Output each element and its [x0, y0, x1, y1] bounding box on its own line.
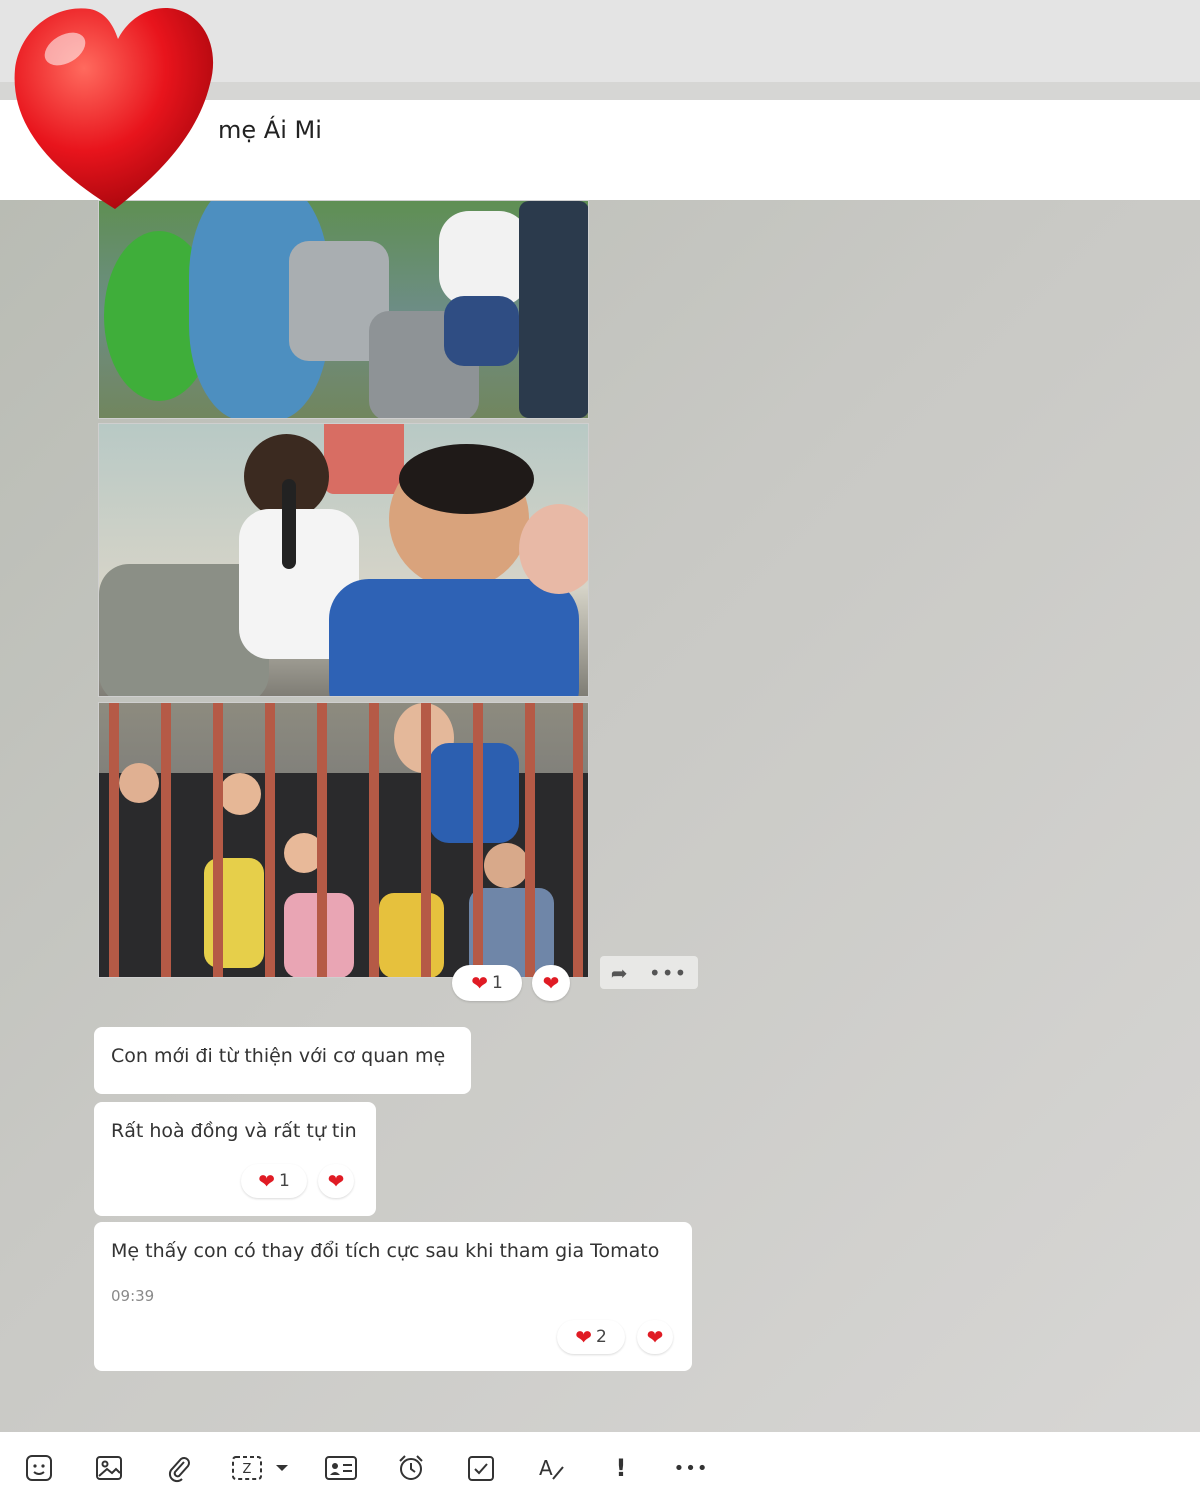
reaction-count-badge[interactable]: ❤ 2: [557, 1320, 625, 1354]
message-bubble[interactable]: Mẹ thấy con có thay đổi tích cực sau khi…: [94, 1222, 692, 1371]
child-face: [119, 763, 159, 803]
shared-photo-2[interactable]: [98, 423, 589, 697]
heart-icon: ❤: [542, 971, 560, 995]
red-curtain: [324, 424, 404, 494]
react-button[interactable]: ❤: [318, 1164, 354, 1198]
message-text: Rất hoà đồng và rất tự tin: [111, 1120, 357, 1142]
conversation-title: mẹ Ái Mi: [218, 116, 322, 144]
woman-face: [519, 504, 588, 594]
message-text: Mẹ thấy con có thay đổi tích cực sau khi…: [111, 1240, 660, 1262]
girl-blue-skirt: [444, 296, 519, 366]
format-text-icon[interactable]: A: [534, 1452, 568, 1484]
fence-bar: [573, 703, 583, 977]
fence-bar: [525, 703, 535, 977]
heart-icon: ❤: [575, 1325, 592, 1349]
forward-icon[interactable]: ➦: [611, 961, 628, 985]
shared-photo-1[interactable]: [98, 200, 589, 419]
man-blue-vest: [329, 579, 579, 696]
more-icon[interactable]: •••: [674, 1452, 708, 1484]
reaction-count: 1: [491, 973, 503, 993]
message-actions: ➦ •••: [600, 956, 698, 989]
message-bubble[interactable]: Rất hoà đồng và rất tự tin ❤ 1 ❤: [94, 1102, 376, 1216]
heart-icon: ❤: [327, 1169, 345, 1193]
fence-bar: [473, 703, 483, 977]
reminder-icon[interactable]: [394, 1452, 428, 1484]
reaction-count: 2: [595, 1327, 607, 1347]
child-face: [219, 773, 261, 815]
message-time: 09:39: [111, 1287, 155, 1305]
more-icon[interactable]: •••: [649, 961, 687, 985]
compose-toolbar: Z A ! •••: [0, 1432, 1200, 1500]
fence-bar: [161, 703, 171, 977]
girl-white-shirt: [439, 211, 529, 306]
sticker-icon[interactable]: [22, 1452, 56, 1484]
attachment-icon[interactable]: [162, 1452, 196, 1484]
heart-icon: ❤: [471, 971, 488, 995]
adult-figure: [519, 201, 588, 418]
microphone: [282, 479, 296, 569]
fence-bar: [421, 703, 431, 977]
react-button[interactable]: ❤: [532, 965, 570, 1001]
fence-bar: [265, 703, 275, 977]
fence-bar: [317, 703, 327, 977]
heart-icon: ❤: [258, 1169, 275, 1193]
task-icon[interactable]: [464, 1452, 498, 1484]
heart-sticker-icon: [14, 8, 214, 209]
child-face: [484, 843, 529, 888]
reaction-count-badge[interactable]: ❤ 1: [241, 1164, 307, 1198]
important-icon[interactable]: !: [604, 1452, 638, 1484]
contact-card-icon[interactable]: [324, 1452, 358, 1484]
svg-text:A: A: [539, 1456, 553, 1480]
chat-area[interactable]: ❤ 1 ❤ ➦ ••• Con mới đi từ thiện với cơ q…: [0, 200, 1200, 1432]
image-icon[interactable]: [92, 1452, 126, 1484]
fence-bar: [213, 703, 223, 977]
fence-bar: [109, 703, 119, 977]
svg-text:Z: Z: [243, 1462, 252, 1477]
react-button[interactable]: ❤: [637, 1320, 673, 1354]
shared-photo-3[interactable]: [98, 702, 589, 978]
screenshot-icon[interactable]: Z: [230, 1452, 292, 1484]
heart-icon: ❤: [646, 1325, 664, 1349]
message-text: Con mới đi từ thiện với cơ quan mẹ: [111, 1045, 446, 1067]
child-yellow-shirt: [379, 893, 444, 977]
fence-bar: [369, 703, 379, 977]
message-bubble[interactable]: Con mới đi từ thiện với cơ quan mẹ: [94, 1027, 471, 1094]
reaction-count-badge[interactable]: ❤ 1: [452, 965, 522, 1001]
reaction-count: 1: [278, 1171, 290, 1191]
man-hair: [399, 444, 534, 514]
